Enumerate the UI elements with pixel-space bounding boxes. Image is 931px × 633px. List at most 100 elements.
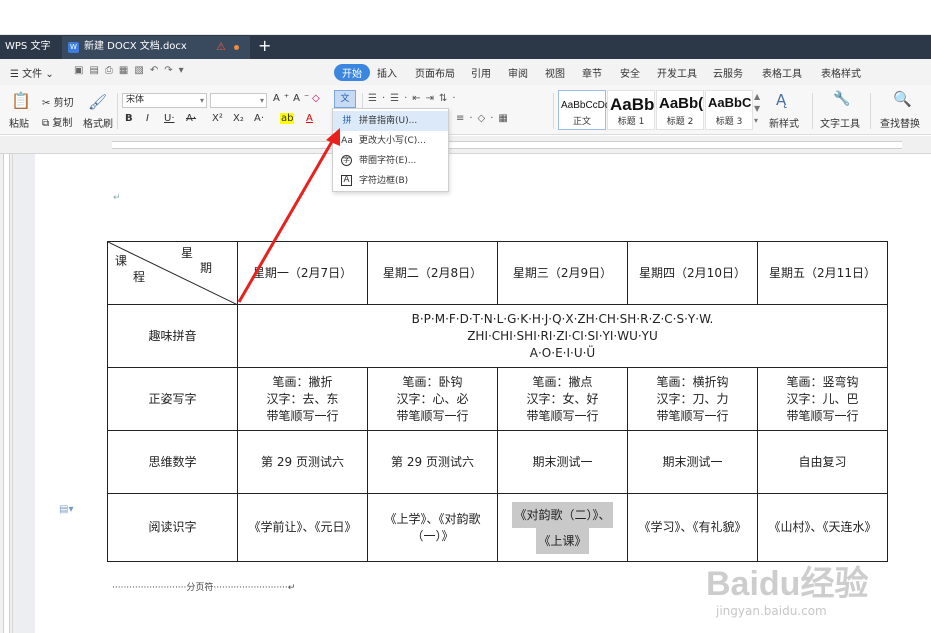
menu-item-enclosed-char[interactable]: 字 带圈字符(E)... bbox=[333, 151, 448, 171]
undo-icon[interactable]: ↶ bbox=[150, 65, 164, 76]
styles-scroll[interactable]: ▲ ▼ ▾ bbox=[754, 91, 760, 127]
ribbon-divider bbox=[812, 93, 813, 129]
tab-home[interactable]: 开始 bbox=[334, 64, 370, 81]
table-cell[interactable]: 自由复习 bbox=[757, 430, 888, 494]
header-day-5[interactable]: 星期五（2月11日） bbox=[757, 241, 888, 305]
italic-button[interactable]: I bbox=[146, 113, 149, 124]
page-margin-gutter bbox=[13, 154, 35, 633]
tab-table-tools[interactable]: 表格工具 bbox=[762, 65, 802, 80]
pinyin-line-1: B·P·M·F·D·T·N·L·G·K·H·J·Q·X·ZH·CH·SH·R·Z… bbox=[411, 311, 714, 326]
table-cell[interactable]: 期末测试一 bbox=[627, 430, 758, 494]
paste-icon[interactable]: 📋 bbox=[11, 91, 31, 110]
font-name-select[interactable]: 宋体 bbox=[122, 93, 207, 108]
bold-button[interactable]: B bbox=[125, 113, 133, 124]
table-cell[interactable]: 第 29 页测试六 bbox=[367, 430, 498, 494]
table-cell[interactable]: 《山村》、《天连水》 bbox=[757, 493, 888, 562]
new-style-button[interactable]: 新样式 bbox=[769, 115, 799, 130]
tab-cloud-service[interactable]: 云服务 bbox=[713, 65, 743, 80]
tab-page-layout[interactable]: 页面布局 bbox=[415, 65, 455, 80]
page-break-marker: ··························分页符···········… bbox=[112, 583, 296, 593]
font-color-button[interactable]: A bbox=[306, 113, 313, 124]
font-size-select[interactable] bbox=[210, 93, 267, 108]
hamburger-icon: ☰ bbox=[10, 69, 19, 80]
tab-security[interactable]: 安全 bbox=[620, 65, 640, 80]
tab-view[interactable]: 视图 bbox=[545, 65, 565, 80]
pinyin-merged-cell[interactable]: B·P·M·F·D·T·N·L·G·K·H·J·Q·X·ZH·CH·SH·R·Z… bbox=[237, 304, 888, 368]
print-icon[interactable]: ⎙ bbox=[105, 65, 119, 76]
save-icon[interactable]: ▣ bbox=[74, 65, 89, 76]
table-cell[interactable]: 笔画：撇折 汉字：去、东 带笔顺写一行 bbox=[237, 367, 368, 431]
quick-access-toolbar: ▣▤⎙▦▧↶↷▾ bbox=[74, 65, 190, 76]
subscript-button[interactable]: X₂ bbox=[233, 113, 244, 124]
style-heading-2[interactable]: AaBb( 标题 2 bbox=[656, 90, 704, 130]
schedule-table[interactable]: 星 期 课 程 星期一（2月7日） 星期二（2月8日） 星期三（2月9日） 星期… bbox=[107, 241, 888, 562]
strikethrough-button[interactable]: A· bbox=[186, 113, 196, 124]
vertical-ruler[interactable] bbox=[0, 154, 13, 633]
table-cell[interactable]: 笔画：卧钩 汉字：心、必 带笔顺写一行 bbox=[367, 367, 498, 431]
header-day-2[interactable]: 星期二（2月8日） bbox=[367, 241, 498, 305]
table-cell[interactable]: 笔画：竖弯钩 汉字：儿、巴 带笔顺写一行 bbox=[757, 367, 888, 431]
paragraph-tools-2[interactable]: ≡·◇·▦ bbox=[456, 113, 513, 124]
print-preview-icon[interactable]: ▦ bbox=[119, 65, 134, 76]
underline-button[interactable]: U· bbox=[164, 113, 175, 124]
cell-line: 带笔顺写一行 bbox=[526, 408, 599, 423]
paragraph-tools[interactable]: ☰·☰·⇤⇥⇅· bbox=[368, 93, 461, 104]
row-label-math[interactable]: 思维数学 bbox=[107, 430, 238, 494]
export-pdf-icon[interactable]: ▧ bbox=[134, 65, 149, 76]
phonetic-guide-button[interactable]: 文 bbox=[334, 90, 356, 108]
tab-insert[interactable]: 插入 bbox=[377, 65, 397, 80]
menu-item-char-border[interactable]: A 字符边框(B) bbox=[333, 171, 448, 191]
tab-table-style[interactable]: 表格样式 bbox=[821, 65, 861, 80]
menu-item-label: 更改大小写(C)... bbox=[359, 136, 426, 146]
horizontal-ruler[interactable] bbox=[0, 136, 931, 154]
save-as-icon[interactable]: ▤ bbox=[89, 65, 104, 76]
text-tools-button[interactable]: 文字工具 bbox=[820, 115, 860, 130]
copy-button[interactable]: ⧉ 复制 bbox=[42, 114, 72, 129]
style-normal[interactable]: AaBbCcDd 正文 bbox=[558, 90, 607, 130]
row-label-reading[interactable]: 阅读识字 bbox=[107, 493, 238, 562]
tab-references[interactable]: 引用 bbox=[471, 65, 491, 80]
format-painter-button[interactable]: 格式刷 bbox=[83, 115, 113, 130]
cut-button[interactable]: ✂ 剪切 bbox=[42, 94, 74, 109]
table-cell[interactable]: 笔画：横折钩 汉字：刀、力 带笔顺写一行 bbox=[627, 367, 758, 431]
table-cell-selected[interactable]: 《对韵歌（二）》、 《上课》 bbox=[497, 493, 628, 562]
paste-button[interactable]: 粘贴 bbox=[9, 115, 29, 130]
tab-bar: WPS 文字 W 新建 DOCX 文档.docx ⚠ + bbox=[0, 35, 931, 59]
table-cell[interactable]: 《学习》、《有礼貌》 bbox=[627, 493, 758, 562]
header-day-1[interactable]: 星期一（2月7日） bbox=[237, 241, 368, 305]
superscript-button[interactable]: X² bbox=[212, 113, 223, 124]
tab-wps-home[interactable]: WPS 文字 bbox=[0, 35, 58, 59]
redo-icon[interactable]: ↷ bbox=[164, 65, 178, 76]
file-menu[interactable]: ☰ 文件 ⌄ bbox=[10, 65, 54, 80]
corner-cell[interactable]: 星 期 课 程 bbox=[107, 241, 238, 305]
row-label-writing[interactable]: 正姿写字 bbox=[107, 367, 238, 431]
highlight-button[interactable]: ab bbox=[280, 113, 295, 124]
side-note-icon[interactable]: ▤▾ bbox=[59, 504, 73, 515]
table-cell[interactable]: 笔画：撇点 汉字：女、好 带笔顺写一行 bbox=[497, 367, 628, 431]
table-cell[interactable]: 《学前让》、《元日》 bbox=[237, 493, 368, 562]
style-heading-3[interactable]: AaBbC 标题 3 bbox=[705, 90, 753, 130]
style-heading-2-name: 标题 2 bbox=[666, 117, 694, 127]
table-cell[interactable]: 期末测试一 bbox=[497, 430, 628, 494]
header-day-3[interactable]: 星期三（2月9日） bbox=[497, 241, 628, 305]
clear-format-icon[interactable]: ◇ bbox=[312, 93, 320, 104]
new-tab-button[interactable]: + bbox=[258, 35, 271, 57]
menu-item-phonetic-guide[interactable]: 拼 拼音指南(U)... bbox=[333, 111, 448, 131]
style-heading-1[interactable]: AaBb 标题 1 bbox=[607, 90, 655, 130]
text-effect-button[interactable]: A· bbox=[254, 113, 264, 124]
chevron-down-icon: ⌄ bbox=[45, 69, 54, 80]
menu-item-change-case[interactable]: Aa 更改大小写(C)... bbox=[333, 131, 448, 151]
cell-line: 带笔顺写一行 bbox=[786, 408, 859, 423]
row-label-pinyin[interactable]: 趣味拼音 bbox=[107, 304, 238, 368]
table-cell[interactable]: 第 29 页测试六 bbox=[237, 430, 368, 494]
customize-icon[interactable]: ▾ bbox=[179, 65, 190, 76]
table-cell[interactable]: 《上学》、《对韵歌（一）》 bbox=[367, 493, 498, 562]
font-grow-shrink[interactable]: A⁺A⁻ bbox=[273, 93, 313, 104]
tab-review[interactable]: 审阅 bbox=[508, 65, 528, 80]
phonetic-dropdown-menu: 拼 拼音指南(U)... Aa 更改大小写(C)... 字 带圈字符(E)...… bbox=[332, 108, 449, 192]
tab-developer[interactable]: 开发工具 bbox=[657, 65, 697, 80]
header-day-4[interactable]: 星期四（2月10日） bbox=[627, 241, 758, 305]
tab-sections[interactable]: 章节 bbox=[582, 65, 602, 80]
find-replace-button[interactable]: 查找替换 bbox=[880, 115, 920, 130]
tab-document[interactable]: W 新建 DOCX 文档.docx ⚠ bbox=[62, 36, 250, 59]
